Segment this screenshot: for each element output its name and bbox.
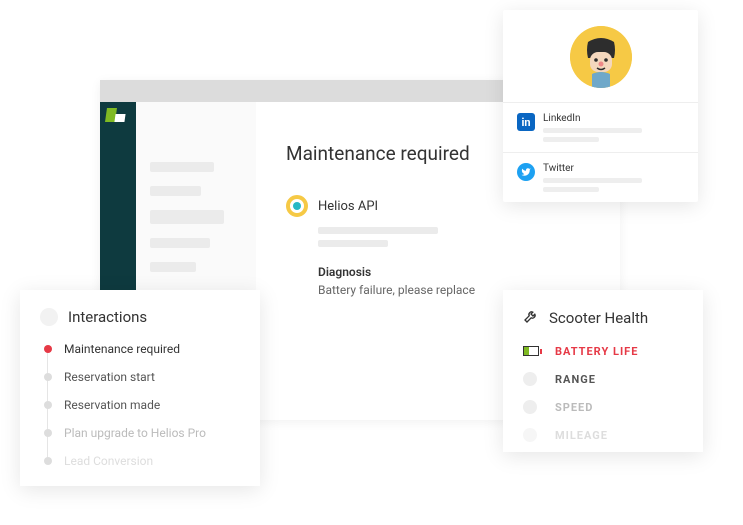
- api-detail-placeholder: [318, 227, 590, 247]
- helios-api-icon: [286, 195, 308, 217]
- metric-dot-icon: [523, 372, 537, 386]
- interactions-timeline: Maintenance required Reservation start R…: [40, 342, 240, 468]
- timeline-dot-icon: [44, 401, 52, 409]
- battery-icon: [523, 344, 543, 358]
- timeline-dot-icon: [44, 373, 52, 381]
- timeline-item[interactable]: Reservation start: [44, 370, 240, 384]
- timeline-item[interactable]: Plan upgrade to Helios Pro: [44, 426, 240, 440]
- timeline-label: Maintenance required: [64, 342, 180, 356]
- avatar-face-icon: [570, 26, 632, 88]
- timeline-dot-icon: [44, 429, 52, 437]
- scooter-health-card: Scooter Health BATTERY LIFE RANGE SPEED …: [503, 290, 703, 452]
- placeholder-line: [150, 210, 224, 224]
- timeline-item[interactable]: Lead Conversion: [44, 454, 240, 468]
- metric-label: SPEED: [555, 401, 593, 414]
- api-source-name: Helios API: [318, 199, 378, 214]
- interactions-icon: [40, 308, 58, 326]
- interactions-title: Interactions: [68, 308, 147, 326]
- metric-dot-icon: [523, 428, 537, 442]
- avatar: [570, 26, 632, 88]
- metric-battery-life[interactable]: BATTERY LIFE: [523, 344, 683, 358]
- placeholder-line: [150, 162, 214, 172]
- interactions-card: Interactions Maintenance required Reserv…: [20, 290, 260, 486]
- placeholder-line: [150, 238, 210, 248]
- metric-speed[interactable]: SPEED: [523, 400, 683, 414]
- timeline-label: Plan upgrade to Helios Pro: [64, 426, 206, 440]
- social-item-linkedin[interactable]: in LinkedIn: [503, 102, 698, 152]
- timeline-label: Reservation start: [64, 370, 155, 384]
- social-profile-card: in LinkedIn Twitter: [503, 10, 698, 202]
- social-label: LinkedIn: [543, 113, 684, 124]
- timeline-item[interactable]: Reservation made: [44, 398, 240, 412]
- metric-dot-icon: [523, 400, 537, 414]
- wrench-icon: [523, 308, 539, 328]
- placeholder-line: [150, 262, 196, 272]
- timeline-dot-icon: [44, 457, 52, 465]
- timeline-dot-icon: [44, 345, 52, 353]
- metric-label: BATTERY LIFE: [555, 345, 638, 358]
- metric-label: RANGE: [555, 373, 596, 386]
- metric-mileage[interactable]: MILEAGE: [523, 428, 683, 442]
- placeholder-line: [150, 186, 201, 196]
- diagnosis-label: Diagnosis: [318, 265, 590, 279]
- timeline-label: Reservation made: [64, 398, 160, 412]
- linkedin-icon: in: [517, 113, 535, 131]
- twitter-icon: [517, 163, 535, 181]
- app-logo-icon: [106, 108, 124, 126]
- timeline-item[interactable]: Maintenance required: [44, 342, 240, 356]
- metric-label: MILEAGE: [555, 429, 608, 442]
- timeline-label: Lead Conversion: [64, 454, 153, 468]
- social-item-twitter[interactable]: Twitter: [503, 152, 698, 202]
- health-title: Scooter Health: [549, 309, 648, 327]
- social-label: Twitter: [543, 163, 684, 174]
- metric-range[interactable]: RANGE: [523, 372, 683, 386]
